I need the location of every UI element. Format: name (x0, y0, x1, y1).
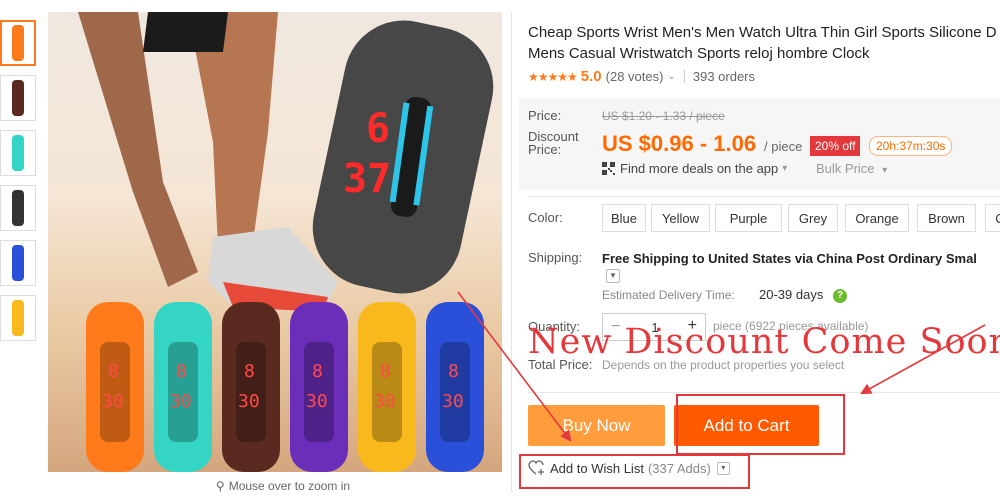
band-digits-top: 8 (244, 361, 255, 382)
thumbnail[interactable] (0, 185, 36, 231)
band-digits-bottom: 30 (238, 391, 260, 412)
discount-price-label: Discount Price: (528, 130, 579, 156)
annotation-box-wishlist (519, 454, 750, 489)
price-label: Price: (528, 108, 562, 123)
discount-badge: 20% off (810, 136, 861, 156)
rating-row: ★★★★★ 5.0 (28 votes) ⌄ 393 orders (528, 68, 755, 85)
watch-band: 830 (426, 302, 484, 472)
thumbnail[interactable] (0, 295, 36, 341)
per-piece-unit: / piece (764, 139, 803, 154)
big-watch-digits-top: 6 (366, 106, 390, 152)
delivery-time-label: Estimated Delivery Time: (602, 288, 735, 302)
thumbnail-watch-image (12, 245, 24, 281)
bulk-price-text: Bulk Price (816, 161, 875, 176)
delivery-time-value: 20-39 days (759, 287, 824, 302)
color-option[interactable]: C (985, 204, 1000, 232)
star-rating-icon: ★★★★★ (528, 69, 578, 84)
color-label: Color: (528, 210, 563, 225)
zoom-hint: ⚲ Mouse over to zoom in (48, 479, 518, 493)
section-divider (528, 196, 1000, 197)
product-main-image[interactable]: 6 37 8 30 8 30 8 30 8 30 8 30 8 30 (48, 12, 502, 472)
discount-price: US $0.96 - 1.06 (602, 131, 757, 156)
band-digits-bottom: 30 (442, 391, 464, 412)
band-digits-bottom: 30 (102, 391, 124, 412)
caret-down-icon: ▾ (882, 165, 888, 176)
thumbnail-watch-image (12, 190, 24, 226)
thumbnail[interactable] (0, 20, 36, 66)
section-divider (528, 392, 1000, 393)
thumbnail-list (0, 20, 40, 350)
buy-now-button[interactable]: Buy Now (528, 405, 665, 446)
thumbnail-watch-image (12, 25, 24, 61)
orders-count: 393 orders (692, 69, 756, 84)
zoom-hint-text: Mouse over to zoom in (228, 479, 351, 493)
product-title-line1: Cheap Sports Wrist Men's Men Watch Ultra… (528, 24, 997, 41)
app-deals-text: Find more deals on the app (620, 161, 779, 176)
product-title-line2: Mens Casual Wristwatch Sports reloj homb… (528, 45, 870, 62)
big-watch: 6 37 (312, 20, 494, 294)
watch-band: 830 (154, 302, 212, 472)
band-digits-top: 8 (108, 361, 119, 382)
band-digits-bottom: 30 (374, 391, 396, 412)
watch-band-row: 830830830830830830 (86, 302, 484, 472)
watch-band: 830 (290, 302, 348, 472)
chevron-down-icon[interactable]: ⌄ (667, 71, 675, 82)
watch-band: 830 (222, 302, 280, 472)
band-digits-top: 8 (380, 361, 391, 382)
watch-band: 830 (86, 302, 144, 472)
color-option[interactable]: Purple (715, 204, 782, 232)
rating-value: 5.0 (580, 68, 602, 85)
countdown-timer: 20h:37m:30s (869, 136, 953, 156)
help-icon[interactable]: ? (833, 289, 847, 303)
runner-shorts (143, 12, 228, 52)
separator (683, 70, 685, 83)
magnifier-icon: ⚲ (215, 479, 225, 493)
product-title: Cheap Sports Wrist Men's Men Watch Ultra… (528, 22, 1000, 64)
band-digits-top: 8 (448, 361, 459, 382)
annotation-box-cart (676, 394, 845, 455)
votes-link[interactable]: (28 votes) (606, 69, 664, 84)
thumbnail[interactable] (0, 130, 36, 176)
thumbnail-watch-image (12, 135, 24, 171)
color-option[interactable]: Orange (845, 204, 909, 232)
runner-leg-left (78, 12, 198, 287)
qr-code-icon (602, 162, 615, 175)
thumbnail[interactable] (0, 240, 36, 286)
color-option[interactable]: Blue (602, 204, 646, 232)
shipping-expand-icon[interactable]: ▼ (606, 269, 620, 283)
big-watch-digits-bottom: 37 (343, 156, 391, 202)
app-deals-link[interactable]: Find more deals on the app ▾ (602, 161, 787, 176)
shipping-method: Free Shipping to United States via China… (602, 251, 977, 266)
color-option[interactable]: Brown (917, 204, 976, 232)
column-divider (511, 12, 512, 492)
caret-down-icon: ▾ (782, 163, 788, 174)
band-digits-bottom: 30 (170, 391, 192, 412)
color-option[interactable]: Grey (788, 204, 838, 232)
band-digits-top: 8 (312, 361, 323, 382)
shipping-label: Shipping: (528, 250, 583, 265)
promo-overlay-text: New Discount Come Soon (528, 322, 1000, 362)
thumbnail[interactable] (0, 75, 36, 121)
discount-label-line2: Price: (528, 142, 562, 157)
thumbnail-watch-image (12, 80, 24, 116)
product-photo: 6 37 830830830830830830 (78, 12, 494, 472)
color-option[interactable]: Yellow (651, 204, 710, 232)
band-digits-top: 8 (176, 361, 187, 382)
original-price: US $1.20 - 1.33 / piece (602, 109, 725, 123)
bulk-price-dropdown[interactable]: Bulk Price ▾ (816, 161, 887, 176)
band-digits-bottom: 30 (306, 391, 328, 412)
watch-band: 830 (358, 302, 416, 472)
thumbnail-watch-image (12, 300, 24, 336)
